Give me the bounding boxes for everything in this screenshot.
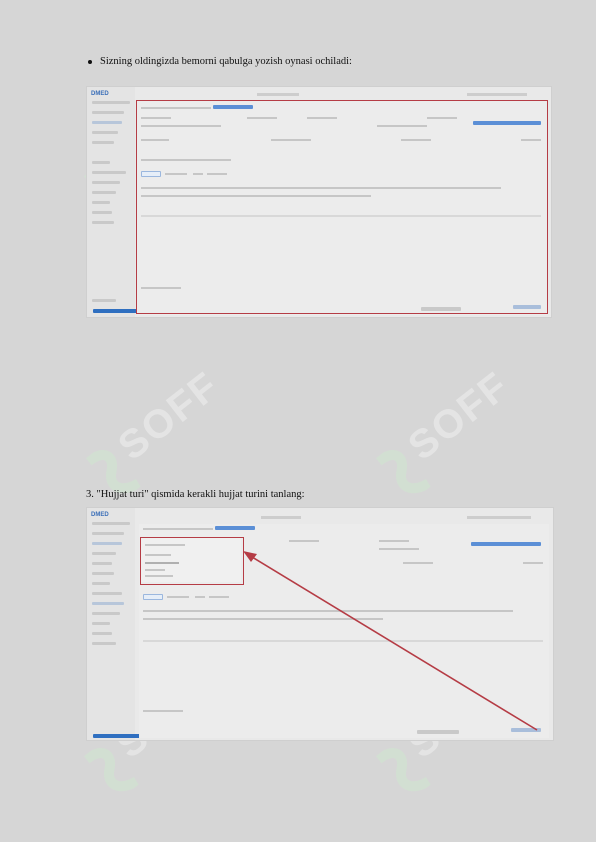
pointer-arrow	[243, 551, 538, 731]
topbar-user	[467, 93, 527, 96]
app-sidebar: DMED	[87, 87, 153, 317]
sidebar-item	[92, 171, 126, 174]
sidebar-item	[92, 141, 114, 144]
sidebar-item	[92, 191, 116, 194]
sidebar-item	[92, 101, 130, 104]
soff-watermark: SOFF	[360, 355, 534, 518]
sidebar-item	[92, 201, 110, 204]
screenshot-appointment-window: DMED	[86, 86, 552, 318]
topbar-search	[257, 93, 299, 96]
sidebar-item	[92, 221, 114, 224]
bullet-text: Sizning oldingizda bemorni qabulga yozis…	[100, 56, 352, 67]
sidebar-item	[92, 121, 122, 124]
document-page: SOFF SOFF SOFF SOFF SOFF SOFF Sizning ol…	[0, 0, 596, 842]
bullet-icon	[88, 59, 92, 64]
sidebar-item	[92, 211, 112, 214]
step3-instruction: 3. "Hujjat turi" qismida kerakli hujjat …	[86, 489, 305, 500]
sidebar-item	[92, 299, 116, 302]
sidebar-item	[92, 111, 124, 114]
watermark-text: SOFF	[400, 363, 518, 469]
app-logo: DMED	[91, 91, 109, 97]
watermark-text: SOFF	[110, 363, 228, 469]
sidebar-item	[92, 181, 120, 184]
bullet-instruction: Sizning oldingizda bemorni qabulga yozis…	[88, 56, 352, 67]
sidebar-item	[92, 131, 118, 134]
screenshot-document-type: DMED	[86, 507, 554, 741]
highlight-box	[136, 100, 548, 314]
app-topbar	[137, 89, 549, 98]
sidebar-item	[92, 161, 110, 164]
